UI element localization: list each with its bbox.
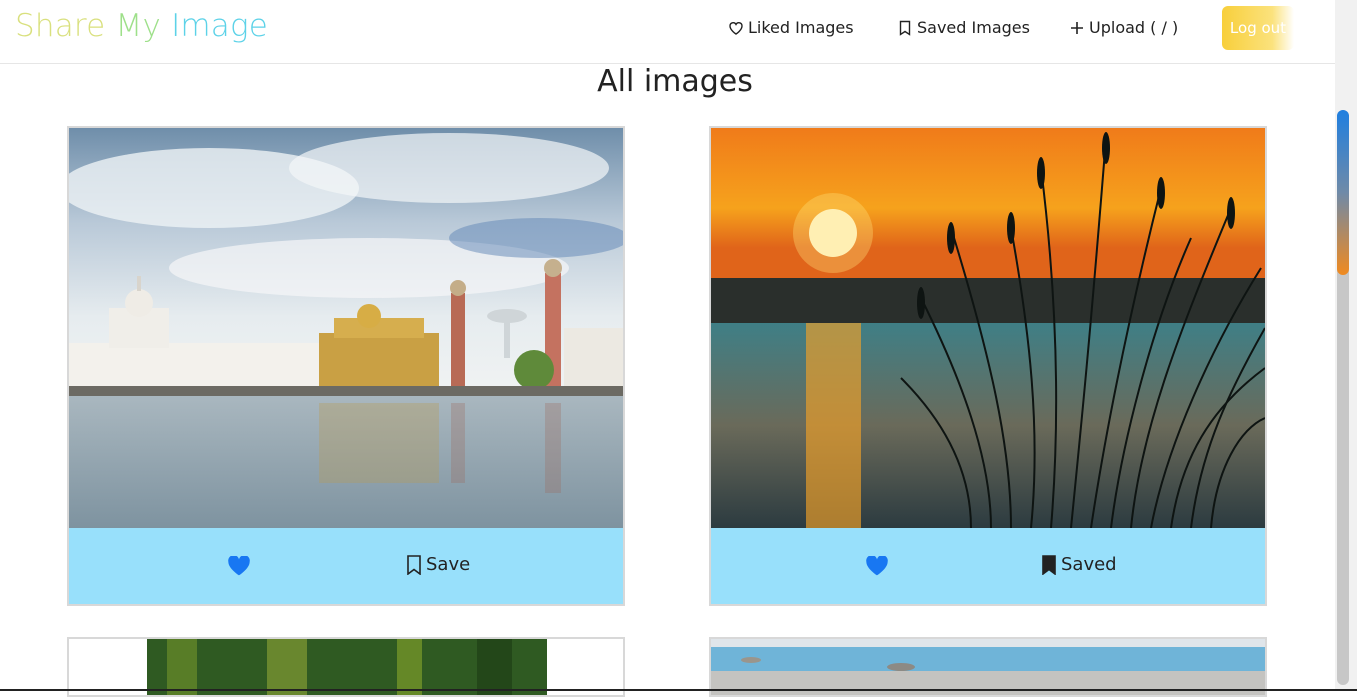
brand-logo[interactable]: Share My Image (15, 8, 268, 44)
page-title: All images (597, 64, 753, 99)
image-card: Save (67, 126, 625, 606)
logout-button[interactable]: Log out (1222, 6, 1294, 50)
like-button[interactable] (866, 555, 888, 576)
heart-outline-icon (729, 21, 743, 35)
image-card (709, 637, 1267, 697)
navbar: Share My Image Liked Images Saved Images… (0, 0, 1335, 64)
bookmark-filled-icon (1042, 554, 1056, 575)
nav-upload[interactable]: Upload ( / ) (1069, 18, 1178, 37)
brand-word-1: Share (15, 8, 116, 44)
card-footer: Save (69, 528, 623, 604)
bookmark-outline-icon (899, 20, 911, 36)
brand-word-2: My (115, 8, 172, 44)
brand-word-3: Image (171, 8, 269, 44)
heart-filled-icon (866, 555, 888, 576)
save-label: Save (426, 554, 471, 575)
card-footer: Saved (711, 528, 1265, 604)
nav-saved-label: Saved Images (917, 18, 1030, 37)
nav-upload-label: Upload ( / ) (1089, 18, 1179, 37)
nav-liked-label: Liked Images (748, 18, 854, 37)
image-card: Saved (709, 126, 1267, 606)
bookmark-outline-icon (407, 554, 421, 575)
golden-temple-photo[interactable] (69, 128, 623, 528)
save-button[interactable]: Save (406, 554, 470, 575)
heart-filled-icon (228, 555, 250, 576)
like-button[interactable] (228, 555, 250, 576)
scrollbar-thumb-accent[interactable] (1337, 110, 1349, 275)
saved-label: Saved (1061, 554, 1117, 575)
nav-liked-images[interactable]: Liked Images (728, 18, 854, 37)
image-card (67, 637, 625, 697)
saved-button[interactable]: Saved (1041, 554, 1117, 575)
sunset-lake-reeds-photo[interactable] (711, 128, 1265, 528)
nav-saved-images[interactable]: Saved Images (897, 18, 1030, 37)
plus-icon (1071, 21, 1083, 34)
